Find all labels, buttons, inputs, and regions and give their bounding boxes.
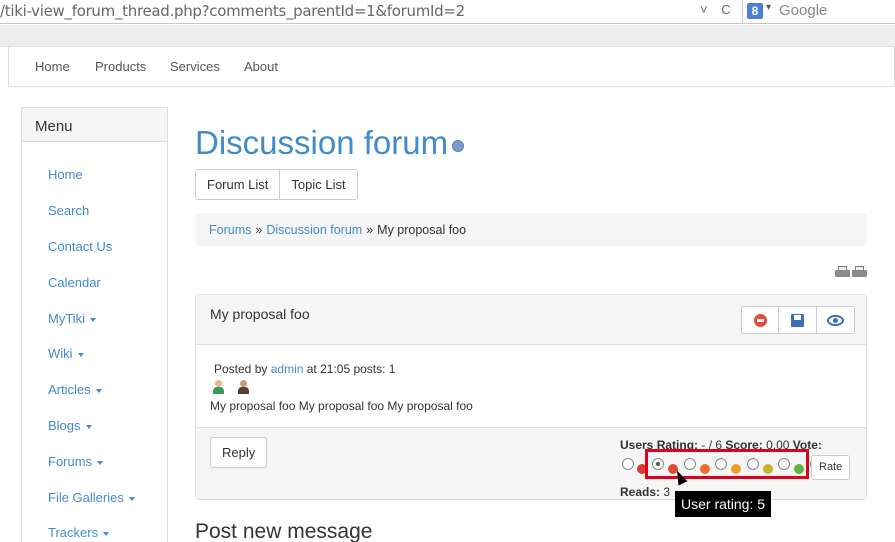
save-button[interactable] — [779, 306, 817, 334]
caret-down-icon — [77, 352, 84, 357]
eye-icon — [827, 315, 844, 326]
user-info-icon[interactable] — [212, 380, 224, 394]
caret-down-icon — [95, 388, 102, 393]
sidebar-item-blogs[interactable]: Blogs — [48, 418, 92, 433]
post-new-message-heading: Post new message — [195, 520, 373, 542]
rating-radio-0[interactable] — [622, 458, 634, 470]
nav-home[interactable]: Home — [35, 59, 70, 74]
sidebar-title: Menu — [22, 108, 167, 142]
browser-toolbar: /tiki-view_forum_thread.php?comments_par… — [0, 0, 895, 24]
breadcrumb-forums[interactable]: Forums — [209, 223, 251, 237]
caret-down-icon — [103, 531, 110, 536]
post-meta: Posted by admin at 21:05 posts: 1 — [214, 362, 396, 376]
nav-products[interactable]: Products — [95, 59, 146, 74]
reload-icon[interactable]: C — [721, 2, 730, 17]
sidebar-item-articles[interactable]: Articles — [48, 382, 102, 397]
sidebar-item-trackers[interactable]: Trackers — [48, 525, 110, 540]
nav-about[interactable]: About — [244, 59, 278, 74]
forum-nav-buttons: Forum List Topic List — [195, 169, 358, 200]
search-box[interactable]: 8 ▾ Google — [742, 0, 895, 24]
print-all-icon[interactable] — [852, 266, 867, 278]
reply-button[interactable]: Reply — [210, 437, 268, 468]
breadcrumb-separator: » — [255, 223, 263, 237]
post-title: My proposal foo — [210, 306, 310, 322]
post-time: at 21:05 posts: 1 — [306, 362, 396, 376]
print-icon[interactable] — [835, 266, 850, 278]
top-navbar: Home Products Services About — [8, 47, 895, 87]
topic-list-button[interactable]: Topic List — [280, 169, 358, 200]
address-bar-controls: ˅ C — [700, 2, 741, 17]
caret-down-icon — [90, 317, 97, 322]
sidebar-item-forums[interactable]: Forums — [48, 454, 104, 469]
author-link[interactable]: admin — [271, 362, 304, 376]
breadcrumb-discussion-forum[interactable]: Discussion forum — [266, 223, 362, 237]
breadcrumb: Forums» Discussion forum» My proposal foo — [195, 213, 867, 246]
address-bar[interactable]: /tiki-view_forum_thread.php?comments_par… — [0, 2, 465, 20]
search-engine-icon[interactable]: 8 — [747, 3, 763, 19]
reads-count: Reads: 3 — [620, 485, 671, 499]
sidebar-item-contact-us[interactable]: Contact Us — [48, 239, 112, 254]
browser-bookmarks-bar — [0, 25, 895, 47]
floppy-disk-icon — [791, 314, 804, 327]
sidebar-item-file-galleries[interactable]: File Galleries — [48, 490, 135, 505]
watch-button[interactable] — [817, 306, 855, 334]
post-header: My proposal foo — [196, 295, 866, 345]
caret-down-icon — [97, 460, 104, 465]
rate-button[interactable]: Rate — [811, 455, 851, 480]
sidebar-item-search[interactable]: Search — [48, 203, 89, 218]
help-icon[interactable] — [452, 140, 464, 152]
search-input[interactable]: Google — [779, 2, 827, 19]
search-engine-dropdown-icon[interactable]: ▾ — [766, 2, 771, 13]
sidebar-item-calendar[interactable]: Calendar — [48, 275, 101, 290]
sidebar-item-home[interactable]: Home — [48, 167, 83, 182]
delete-button[interactable] — [741, 306, 779, 334]
post-actions — [741, 306, 855, 334]
caret-down-icon — [128, 496, 135, 501]
page-title: Discussion forum — [195, 124, 449, 161]
forum-list-button[interactable]: Forum List — [195, 169, 281, 200]
nav-services[interactable]: Services — [170, 59, 220, 74]
user-status-icon[interactable] — [237, 380, 249, 394]
breadcrumb-current: My proposal foo — [377, 223, 467, 237]
caret-down-icon — [85, 424, 92, 429]
rating-tooltip: User rating: 5 — [675, 491, 772, 517]
breadcrumb-separator: » — [366, 223, 374, 237]
sidebar-menu: Menu Home Search Contact Us Calendar MyT… — [21, 107, 168, 542]
sidebar-item-wiki[interactable]: Wiki — [48, 346, 84, 361]
post-body: My proposal foo My proposal foo My propo… — [210, 399, 473, 413]
sidebar-item-mytiki[interactable]: MyTiki — [48, 311, 97, 326]
highlight-box — [645, 449, 809, 479]
delete-icon — [754, 314, 767, 327]
history-dropdown-icon[interactable]: ˅ — [700, 2, 708, 17]
